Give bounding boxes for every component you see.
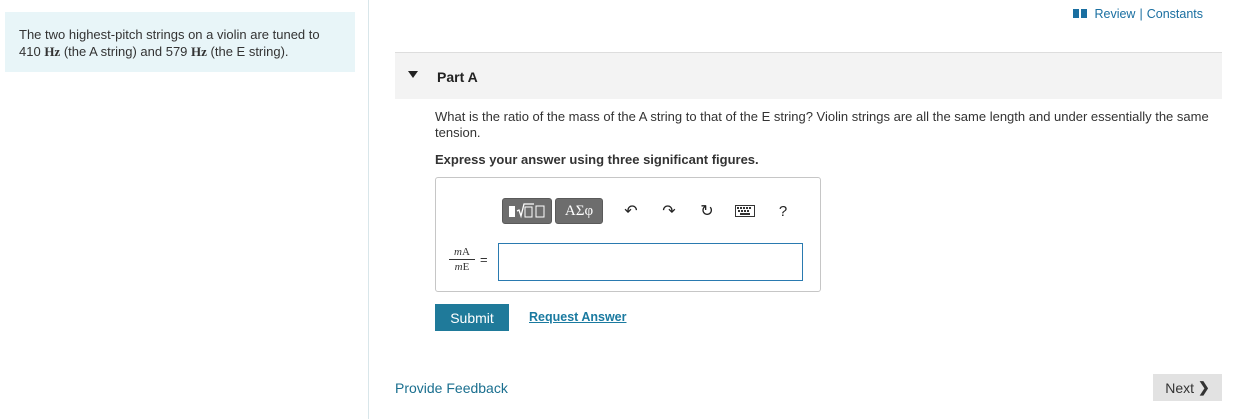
constants-link[interactable]: Constants [1147,7,1203,21]
chevron-right-icon: ❯ [1198,379,1210,395]
equals-sign: = [480,252,488,267]
provide-feedback-link[interactable]: Provide Feedback [395,380,508,396]
part-title: Part A [437,69,478,85]
undo-icon[interactable]: ↶ [619,199,643,223]
redo-icon[interactable]: ↷ [657,199,681,223]
fraction-denominator: mE [449,260,475,273]
top-links: Review | Constants [1073,7,1203,21]
next-label: Next [1165,379,1195,396]
part-header[interactable]: Part A [395,52,1222,99]
fraction-numerator: mA [449,246,475,260]
templates-button[interactable] [502,198,552,224]
request-answer-link[interactable]: Request Answer [529,310,626,324]
problem-text: (the A string) and 579 [60,44,192,59]
mass-ratio-fraction: mA mE [449,246,475,273]
numerator-variable: m [454,246,462,258]
answer-instruction: Express your answer using three signific… [435,152,759,167]
unit-hz: Hz [191,44,207,59]
answer-input[interactable] [498,243,803,281]
review-link[interactable]: Review [1094,7,1135,21]
unit-hz: Hz [44,44,61,59]
problem-text: (the E string). [206,44,289,59]
help-icon[interactable]: ? [771,199,795,223]
problem-statement-panel: The two highest-pitch strings on a violi… [5,12,355,72]
book-icon [1073,9,1088,19]
panel-divider [368,0,369,419]
question-text: What is the ratio of the mass of the A s… [435,109,1209,140]
reset-icon[interactable]: ↻ [695,199,719,223]
next-button[interactable]: Next ❯ [1153,374,1222,401]
denominator-variable: m [454,261,463,273]
answer-box: ΑΣφ ↶ ↷ ↻ ? mA mE = [435,177,821,292]
submit-button[interactable]: Submit [435,304,509,331]
link-separator: | [1139,7,1143,21]
greek-symbols-button[interactable]: ΑΣφ [555,198,603,224]
numerator-subscript: A [462,246,470,258]
denominator-subscript: E [462,261,470,273]
math-toolbar: ΑΣφ ↶ ↷ ↻ ? [502,198,795,224]
collapse-triangle-icon[interactable] [408,71,418,78]
keyboard-shape [735,205,755,217]
template-icon [509,203,545,219]
keyboard-icon[interactable] [733,199,757,223]
